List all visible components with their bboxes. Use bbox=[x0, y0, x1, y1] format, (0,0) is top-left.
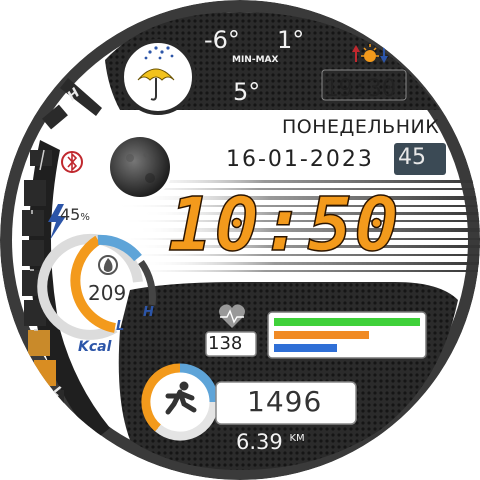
calorie-gauge-high: H bbox=[143, 305, 154, 320]
week-number: 45 bbox=[398, 145, 426, 170]
activity-bar-exercise bbox=[274, 331, 369, 339]
temp-current: 5° bbox=[233, 78, 261, 106]
calories-value: 209 bbox=[88, 281, 127, 305]
heart-rate-value: 138 bbox=[208, 333, 243, 354]
minmax-label: MIN-MAX bbox=[232, 55, 279, 65]
watch-face: H L -6° 1° MIN-MAX 5° 19:30 ПОНЕДЕЛЬНИК … bbox=[0, 0, 480, 480]
distance: 6.39 KM bbox=[236, 432, 305, 453]
steps-ring bbox=[141, 363, 219, 441]
moon-phase-icon bbox=[107, 134, 173, 200]
distance-value: 6.39 bbox=[236, 430, 283, 454]
battery-level: 45% bbox=[60, 207, 90, 223]
digital-time: 10:50 bbox=[167, 182, 401, 268]
temp-max: 1° bbox=[277, 26, 305, 54]
weekday: ПОНЕДЕЛЬНИК bbox=[282, 116, 440, 138]
sunset-time: 19:30 bbox=[324, 74, 397, 102]
date: 16-01-2023 bbox=[226, 147, 374, 172]
calories-label: Kcal bbox=[78, 339, 112, 355]
distance-unit: KM bbox=[289, 433, 305, 444]
steps-value: 1496 bbox=[247, 385, 323, 418]
temp-min: -6° bbox=[204, 26, 240, 54]
activity-bar-stand bbox=[274, 344, 337, 352]
weather-icon bbox=[120, 39, 196, 115]
battery-unit: % bbox=[80, 212, 90, 223]
activity-bar-move bbox=[274, 318, 420, 326]
calorie-gauge-low: L bbox=[116, 319, 125, 334]
battery-value: 45 bbox=[60, 205, 81, 224]
